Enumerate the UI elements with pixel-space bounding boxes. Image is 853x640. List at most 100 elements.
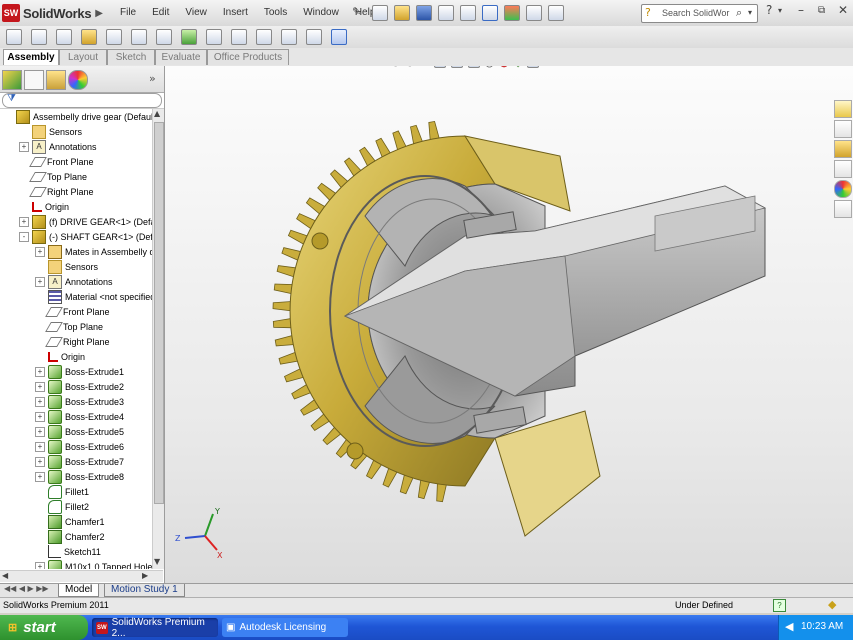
show-hidden-icon[interactable] [156,29,172,45]
tree-item[interactable]: + Boss-Extrude7 [35,454,124,469]
expand-icon[interactable]: + [35,366,45,377]
tree-item[interactable]: + Boss-Extrude1 [35,364,124,379]
tree-item[interactable]: + M10x1.0 Tapped Hole1 [35,559,152,569]
menu-window[interactable]: Window [295,5,347,21]
help-icon[interactable]: ? [766,3,772,17]
view-palette-icon[interactable] [834,160,852,178]
tree-item[interactable]: Sensors [35,259,98,274]
menu-insert[interactable]: Insert [215,5,256,21]
expand-icon[interactable]: + [35,561,45,569]
bill-of-materials-icon[interactable] [256,29,272,45]
search-input[interactable]: Search SolidWor [662,8,742,18]
expand-icon[interactable]: + [19,216,29,227]
tree-item[interactable]: + (f) DRIVE GEAR<1> (Default [19,214,152,229]
pin-icon[interactable]: ✎ [352,5,361,18]
tree-item[interactable]: + Boss-Extrude8 [35,469,124,484]
tab-motion-study-1[interactable]: Motion Study 1 [104,584,185,597]
save-icon[interactable] [416,5,432,21]
display-manager-tab-icon[interactable] [68,70,88,90]
logo-flyout-arrow-icon[interactable]: ▶ [95,8,103,19]
open-folder-icon[interactable] [394,5,410,21]
new-motion-study-icon[interactable] [231,29,247,45]
exploded-view-icon[interactable] [281,29,297,45]
app-logo[interactable]: SW SolidWorks ▶ [2,3,103,23]
explode-line-sketch-icon[interactable] [306,29,322,45]
scroll-up-icon[interactable]: ▲ [154,109,160,118]
expand-icon[interactable]: + [35,456,45,467]
restore-icon[interactable]: ⧉ [818,5,825,16]
gear-assembly-model[interactable]: Y Z X [165,66,853,583]
custom-properties-icon[interactable] [834,200,852,218]
options-icon[interactable] [548,5,564,21]
expand-icon[interactable]: + [35,276,45,287]
file-explorer-icon[interactable] [834,140,852,158]
tree-item[interactable]: Assembelly drive gear (Default< [3,109,152,124]
expand-icon[interactable]: + [35,246,45,257]
print-icon[interactable] [438,5,454,21]
undo-icon[interactable] [460,5,476,21]
minimize-icon[interactable]: – [798,3,804,17]
tree-item[interactable]: Front Plane [19,154,94,169]
expand-icon[interactable]: + [35,441,45,452]
new-document-icon[interactable] [372,5,388,21]
menu-edit[interactable]: Edit [144,5,177,21]
tree-item[interactable]: Sensors [19,124,82,139]
tree-horizontal-scrollbar[interactable]: ◀ ▶ [0,570,163,582]
tree-filter-input[interactable]: ⧩ [2,93,162,108]
expand-icon[interactable]: + [35,471,45,482]
menu-view[interactable]: View [177,5,215,21]
tab-layout[interactable]: Layout [59,49,107,65]
component-pattern-icon[interactable] [56,29,72,45]
select-pointer-icon[interactable] [482,5,498,21]
move-component-icon[interactable] [131,29,147,45]
tree-item[interactable]: + A Annotations [19,139,97,154]
assembly-features-icon[interactable] [181,29,197,45]
help-dropdown-icon[interactable]: ▾ [778,6,782,15]
design-library-icon[interactable] [834,120,852,138]
tree-item[interactable]: Fillet1 [35,484,89,499]
search-box[interactable]: ? Search SolidWor ⌕ ▾ [641,4,758,23]
solidworks-resources-icon[interactable] [834,100,852,118]
reference-geometry-icon[interactable] [206,29,222,45]
tree-item[interactable]: + Boss-Extrude5 [35,424,124,439]
taskbar-item-autodesk[interactable]: ▣ Autodesk Licensing [222,618,348,637]
rebuild-icon[interactable] [504,5,520,21]
tree-item[interactable]: Right Plane [35,334,110,349]
search-dropdown-icon[interactable]: ▾ [748,8,752,17]
status-tag-icon[interactable]: ◆ [828,598,836,611]
tree-item[interactable]: Origin [19,199,69,214]
smart-fasteners-icon[interactable] [106,29,122,45]
insert-component-icon[interactable] [6,29,22,45]
tree-item[interactable]: Origin [35,349,85,364]
tree-item[interactable]: + A Annotations [35,274,113,289]
filter-icon[interactable]: ⧩ [7,93,16,104]
tree-item[interactable]: + Boss-Extrude6 [35,439,124,454]
expand-panel-icon[interactable]: » [149,72,156,85]
tab-scroll-left-icon[interactable]: ◀◀ ◀ ▶ ▶▶ [4,584,49,593]
file-properties-icon[interactable] [526,5,542,21]
appearances-icon[interactable] [834,180,852,198]
expand-icon[interactable]: + [35,411,45,422]
status-help-icon[interactable]: ? [773,599,786,612]
tree-item[interactable]: Sketch11 [35,544,101,559]
edit-component-icon[interactable] [81,29,97,45]
tab-model[interactable]: Model [58,584,100,597]
expand-icon[interactable]: + [19,141,29,152]
tree-item[interactable]: + Boss-Extrude3 [35,394,124,409]
start-button[interactable]: ⊞ start [0,615,88,640]
tab-evaluate[interactable]: Evaluate [155,49,207,65]
tab-office-products[interactable]: Office Products [207,49,289,65]
collapse-icon[interactable]: - [19,231,29,242]
scroll-right-icon[interactable]: ▶ [142,571,148,580]
tree-item[interactable]: + Boss-Extrude4 [35,409,124,424]
tree-item[interactable]: Top Plane [19,169,87,184]
tab-sketch[interactable]: Sketch [107,49,155,65]
tree-item[interactable]: - (-) SHAFT GEAR<1> (Default [19,229,152,244]
scroll-left-icon[interactable]: ◀ [2,571,8,580]
tree-item[interactable]: + Mates in Assembelly drive [35,244,152,259]
property-manager-tab-icon[interactable] [24,70,44,90]
tree-item[interactable]: Top Plane [35,319,103,334]
tree-item[interactable]: + Boss-Extrude2 [35,379,124,394]
tree-scrollbar[interactable]: ▲ ▼ [152,109,164,569]
tree-item[interactable]: Front Plane [35,304,110,319]
